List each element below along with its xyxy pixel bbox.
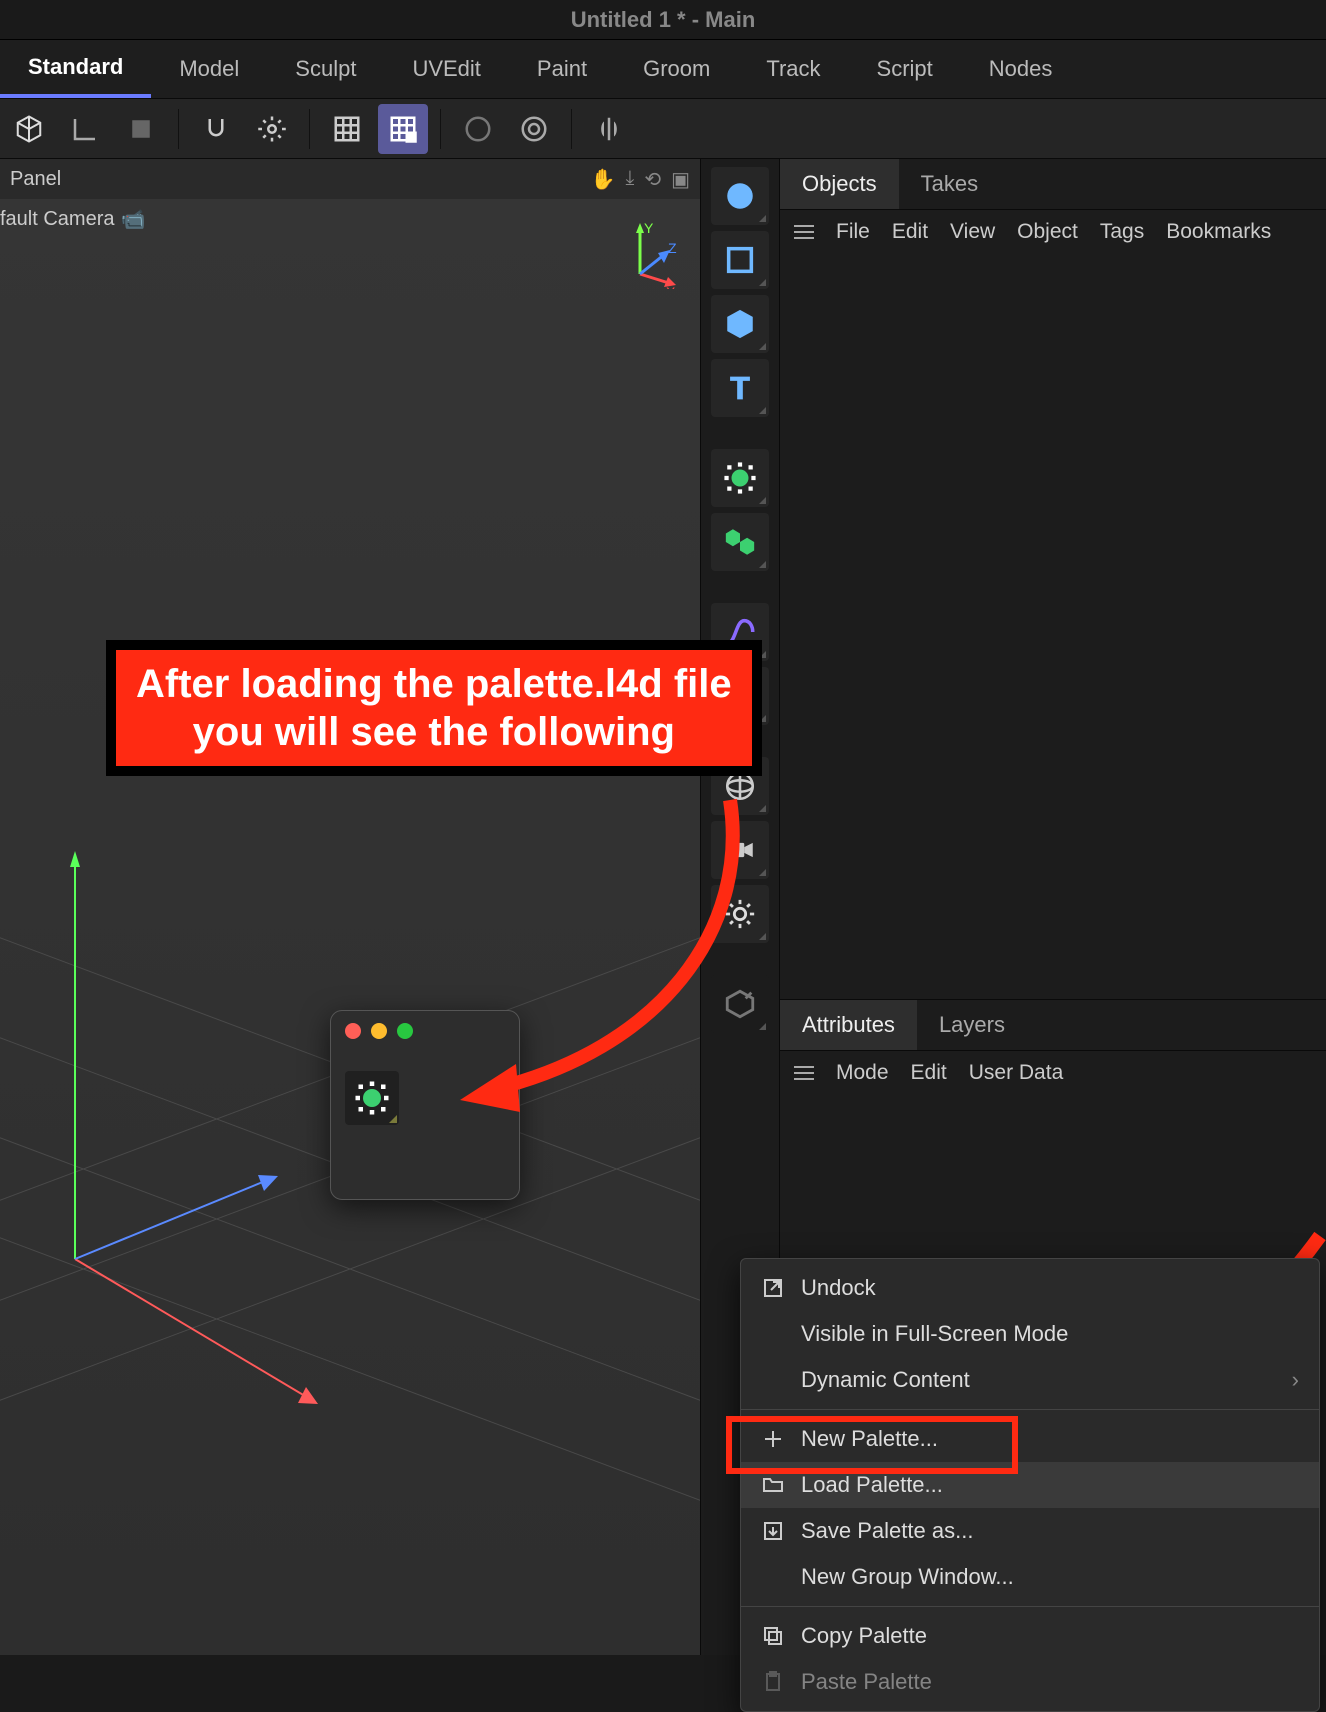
objects-menu: File Edit View Object Tags Bookmarks xyxy=(780,210,1326,254)
menu-view[interactable]: View xyxy=(950,220,995,244)
menu-edit-attr[interactable]: Edit xyxy=(911,1061,947,1085)
callout-line2: you will see the following xyxy=(136,708,732,756)
menu-userdata[interactable]: User Data xyxy=(969,1061,1064,1085)
folder-icon xyxy=(761,1473,785,1497)
ctx-fullscreen[interactable]: Visible in Full-Screen Mode xyxy=(741,1311,1319,1357)
tab-layers[interactable]: Layers xyxy=(917,1000,1027,1050)
text-tool-icon[interactable] xyxy=(711,359,769,417)
circle-tool-icon[interactable] xyxy=(453,104,503,154)
ctx-copy-palette[interactable]: Copy Palette xyxy=(741,1613,1319,1659)
palette-context-menu: Undock Visible in Full-Screen Mode Dynam… xyxy=(740,1258,1320,1712)
layout-tabs: Standard Model Sculpt UVEdit Paint Groom… xyxy=(0,40,1326,99)
copy-icon xyxy=(761,1624,785,1648)
menu-edit[interactable]: Edit xyxy=(892,220,928,244)
sphere-tool-icon[interactable] xyxy=(711,167,769,225)
plus-icon xyxy=(761,1427,785,1451)
save-icon xyxy=(761,1519,785,1543)
objects-tree[interactable] xyxy=(780,254,1326,999)
main-toolbar xyxy=(0,99,1326,159)
hamburger-icon[interactable] xyxy=(794,225,814,239)
layout-tab-model[interactable]: Model xyxy=(151,42,267,96)
layout-tab-standard[interactable]: Standard xyxy=(0,40,151,98)
orbit-icon[interactable]: ⟲ xyxy=(644,167,661,192)
undock-icon xyxy=(761,1276,785,1300)
tab-objects[interactable]: Objects xyxy=(780,159,899,209)
menu-bookmarks[interactable]: Bookmarks xyxy=(1166,220,1271,244)
menu-object[interactable]: Object xyxy=(1017,220,1078,244)
tab-takes[interactable]: Takes xyxy=(899,159,1000,209)
tab-attributes[interactable]: Attributes xyxy=(780,1000,917,1050)
maximize-icon[interactable]: ▣ xyxy=(671,167,690,192)
viewport-grid xyxy=(0,199,700,1655)
window-titlebar: Untitled 1 * - Main xyxy=(0,0,1326,40)
layout-tab-nodes[interactable]: Nodes xyxy=(961,42,1081,96)
window-controls xyxy=(331,1011,519,1051)
rect-primitive-icon[interactable] xyxy=(711,231,769,289)
cube-primitive-icon[interactable] xyxy=(711,295,769,353)
chevron-right-icon: › xyxy=(1292,1367,1299,1393)
callout-line1: After loading the palette.l4d file xyxy=(136,660,732,708)
symmetry-tool-icon[interactable] xyxy=(584,104,634,154)
ctx-dynamic-content[interactable]: Dynamic Content › xyxy=(741,1357,1319,1403)
ctx-paste-palette[interactable]: Paste Palette xyxy=(741,1659,1319,1705)
menu-file[interactable]: File xyxy=(836,220,870,244)
rect-tool-icon[interactable] xyxy=(116,104,166,154)
hamburger-icon[interactable] xyxy=(794,1066,814,1080)
axis-tool-icon[interactable] xyxy=(60,104,110,154)
ctx-new-group-window[interactable]: New Group Window... xyxy=(741,1554,1319,1600)
paste-icon xyxy=(761,1670,785,1694)
pan-icon[interactable]: ✋ xyxy=(591,167,616,192)
palette-effector-button[interactable] xyxy=(345,1071,399,1125)
close-icon[interactable] xyxy=(345,1023,361,1039)
zoom-icon[interactable] xyxy=(397,1023,413,1039)
menu-mode[interactable]: Mode xyxy=(836,1061,889,1085)
layout-tab-uvedit[interactable]: UVEdit xyxy=(384,42,508,96)
layout-tab-sculpt[interactable]: Sculpt xyxy=(267,42,384,96)
grid-tool-icon[interactable] xyxy=(322,104,372,154)
layout-tab-groom[interactable]: Groom xyxy=(615,42,738,96)
effector-tool-icon[interactable] xyxy=(711,449,769,507)
viewport-panel-header: Panel ✋ ⤓ ⟲ ▣ xyxy=(0,159,700,199)
ctx-undock[interactable]: Undock xyxy=(741,1265,1319,1311)
layout-tab-script[interactable]: Script xyxy=(849,42,961,96)
ctx-save-palette[interactable]: Save Palette as... xyxy=(741,1508,1319,1554)
ctx-new-palette[interactable]: New Palette... xyxy=(741,1416,1319,1462)
ctx-load-palette[interactable]: Load Palette... xyxy=(741,1462,1319,1508)
target-tool-icon[interactable] xyxy=(509,104,559,154)
layout-tab-track[interactable]: Track xyxy=(738,42,848,96)
attributes-menu: Mode Edit User Data xyxy=(780,1051,1326,1095)
gear-tool-icon[interactable] xyxy=(247,104,297,154)
panel-label: Panel xyxy=(10,168,61,191)
edit-tool-icon[interactable] xyxy=(711,975,769,1033)
move-icon[interactable]: ⤓ xyxy=(625,167,634,192)
camera-preset-icon[interactable] xyxy=(711,821,769,879)
light-tool-icon[interactable] xyxy=(711,885,769,943)
menu-tags[interactable]: Tags xyxy=(1100,220,1144,244)
palette-window[interactable] xyxy=(330,1010,520,1200)
cube-tool-icon[interactable] xyxy=(4,104,54,154)
minimize-icon[interactable] xyxy=(371,1023,387,1039)
grid-lock-tool-icon[interactable] xyxy=(378,104,428,154)
annotation-callout: After loading the palette.l4d file you w… xyxy=(106,640,762,776)
cloner-tool-icon[interactable] xyxy=(711,513,769,571)
layout-tab-paint[interactable]: Paint xyxy=(509,42,615,96)
snap-tool-icon[interactable] xyxy=(191,104,241,154)
viewport-3d[interactable]: fault Camera 📹 Y X Z xyxy=(0,199,700,1655)
window-title: Untitled 1 * - Main xyxy=(571,7,756,32)
